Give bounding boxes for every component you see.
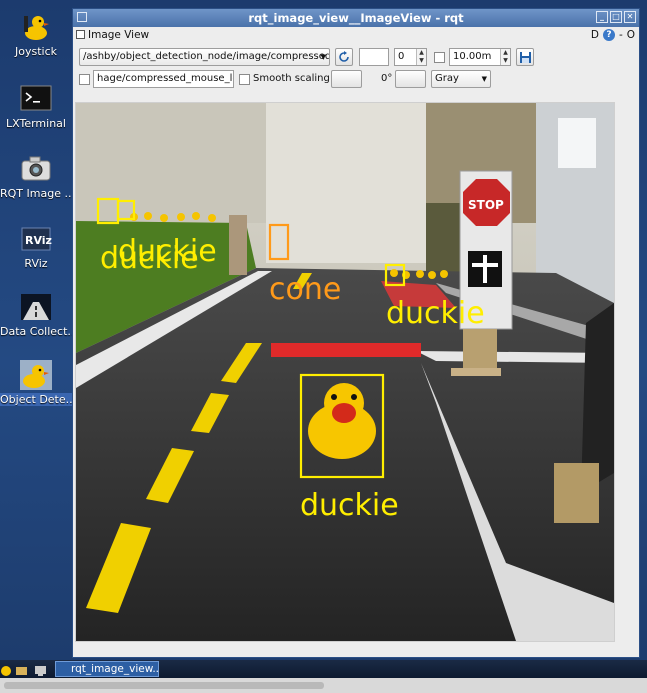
- chevron-down-icon: ▼: [481, 75, 487, 83]
- smooth-scaling-checkbox[interactable]: [239, 74, 250, 85]
- color-scheme-select[interactable]: Gray ▼: [431, 70, 491, 88]
- minimize-button[interactable]: _: [596, 11, 608, 23]
- camera-image[interactable]: STOP duckie duckie cone duckie duckie: [76, 103, 614, 641]
- dock-button[interactable]: D: [591, 27, 599, 43]
- refresh-icon: [339, 51, 349, 62]
- save-image-button[interactable]: [516, 48, 534, 66]
- road-icon: [19, 292, 53, 322]
- window-title: rqt_image_view__ImageView - rqt: [248, 11, 464, 25]
- max-value-spinbox[interactable]: 10.00m ▲ ▼: [449, 48, 511, 66]
- desktop-icon-lxterminal[interactable]: LXTerminal: [0, 84, 72, 130]
- detection-label: duckie: [386, 296, 485, 331]
- rotate-right-button[interactable]: [395, 70, 426, 88]
- rviz-icon: RViz: [19, 224, 53, 254]
- desktop-icon-joystick[interactable]: Joystick: [0, 12, 72, 58]
- spin-arrows-icon[interactable]: ▲ ▼: [416, 49, 426, 65]
- save-icon: [519, 52, 531, 63]
- image-viewer[interactable]: STOP duckie duckie cone duckie duckie: [75, 102, 615, 642]
- desktop-icon-data-collect[interactable]: Data Collect...: [0, 292, 72, 338]
- color-scheme-value: Gray: [435, 73, 459, 84]
- window-menu-icon[interactable]: [77, 12, 87, 22]
- show-desktop-icon[interactable]: [34, 662, 47, 676]
- svg-text:RViz: RViz: [25, 234, 52, 247]
- min-value-spinbox[interactable]: 0 ▲ ▼: [394, 48, 427, 66]
- desktop-icon-rqt-image[interactable]: RQT Image ...: [0, 154, 72, 200]
- close-button[interactable]: ✕: [624, 11, 636, 23]
- spin-arrows-icon[interactable]: ▲ ▼: [500, 49, 510, 65]
- blank-field[interactable]: [359, 48, 389, 66]
- plugin-header: Image View D ? - O: [73, 27, 639, 43]
- desktop-icon-label: Object Dete...: [0, 393, 72, 406]
- desktop-icon-object-detection[interactable]: Object Dete...: [0, 360, 72, 406]
- horizontal-scrollbar[interactable]: [0, 678, 647, 693]
- detection-label: duckie: [118, 234, 217, 269]
- desktop-icon-label: Joystick: [14, 45, 57, 58]
- chevron-down-icon: ▼: [320, 53, 326, 61]
- taskbar-app-label: rqt_image_view...: [71, 663, 159, 675]
- desktop-icon-rviz[interactable]: RViz RViz: [0, 224, 72, 270]
- minimize-plugin-button[interactable]: -: [619, 27, 623, 43]
- maximize-button[interactable]: □: [610, 11, 622, 23]
- scrollbar-thumb[interactable]: [4, 682, 324, 689]
- rotate-left-button[interactable]: [331, 70, 362, 88]
- mouse-publish-checkbox[interactable]: [79, 74, 90, 85]
- min-value-text: 0: [398, 51, 405, 62]
- desktop-icon-label: Data Collect...: [0, 325, 72, 338]
- desktop-icon-label: RQT Image ...: [0, 187, 72, 200]
- menu-duck-icon[interactable]: [0, 662, 13, 676]
- taskbar-app-rqt-image-view[interactable]: rqt_image_view...: [55, 661, 159, 677]
- stop-sign-text: STOP: [468, 198, 504, 212]
- file-manager-icon[interactable]: [15, 662, 28, 675]
- help-icon[interactable]: ?: [602, 29, 615, 41]
- duck-icon: [19, 360, 53, 390]
- plugin-icon: [76, 30, 85, 39]
- topic-select[interactable]: /ashby/object_detection_node/image/compr…: [79, 48, 330, 66]
- camera-icon: [19, 154, 53, 184]
- smooth-scaling-label: Smooth scaling: [253, 73, 330, 84]
- max-value-text: 10.00m: [453, 51, 492, 62]
- rotation-label: 0°: [381, 73, 393, 84]
- window-titlebar[interactable]: rqt_image_view__ImageView - rqt _ □ ✕: [73, 9, 639, 27]
- terminal-icon: [19, 84, 53, 114]
- mouse-topic-input[interactable]: hage/compressed_mouse_left: [93, 70, 234, 88]
- taskbar: rqt_image_view...: [0, 660, 647, 678]
- joystick-duck-icon: [19, 12, 53, 42]
- max-enable-checkbox[interactable]: [434, 52, 445, 63]
- rqt-window: rqt_image_view__ImageView - rqt _ □ ✕ Im…: [72, 8, 640, 658]
- close-plugin-button[interactable]: O: [627, 27, 635, 43]
- desktop-icon-label: LXTerminal: [6, 117, 66, 130]
- topic-select-value: /ashby/object_detection_node/image/compr…: [83, 51, 330, 62]
- plugin-title: Image View: [88, 29, 150, 41]
- refresh-button[interactable]: [335, 48, 353, 66]
- detection-label: duckie: [300, 488, 399, 523]
- detection-label: cone: [269, 272, 341, 307]
- desktop-icon-label: RViz: [24, 257, 48, 270]
